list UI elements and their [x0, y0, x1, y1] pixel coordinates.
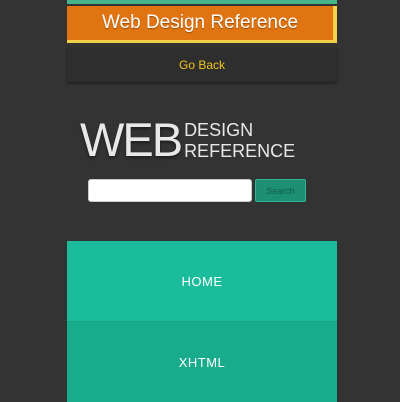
logo-words: DESIGN REFERENCE [184, 120, 295, 161]
nav-item-xhtml[interactable]: XHTML [67, 322, 337, 402]
logo-reference-text: REFERENCE [184, 140, 296, 161]
logo-design-text: DESIGN [184, 119, 254, 140]
site-logo: WEB DESIGN REFERENCE [80, 112, 295, 167]
top-accent-strip [67, 0, 337, 4]
header-bar: Web Design Reference [67, 6, 337, 43]
nav-item-home[interactable]: HOME [67, 241, 337, 322]
search-input[interactable] [88, 179, 252, 202]
page-title: Web Design Reference [101, 12, 299, 33]
go-back-bar: Go Back [67, 48, 337, 82]
logo-web-text: WEB [80, 113, 183, 166]
go-back-link[interactable]: Go Back [179, 58, 225, 72]
search-button[interactable]: Search [255, 179, 306, 202]
main-nav: HOME XHTML [67, 241, 337, 402]
